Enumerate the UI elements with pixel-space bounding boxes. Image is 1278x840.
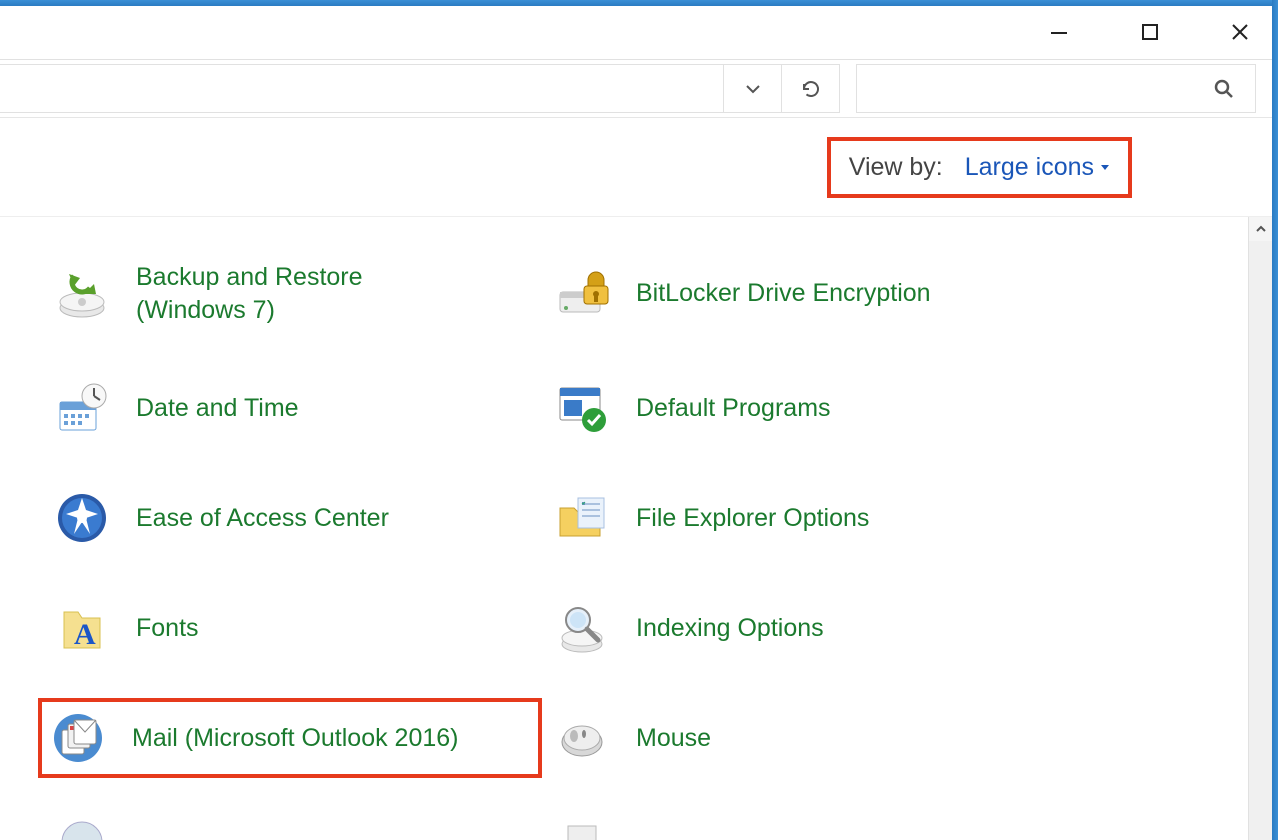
- item-label: Backup and Restore (Windows 7): [136, 261, 466, 326]
- item-bitlocker[interactable]: BitLocker Drive Encryption: [550, 262, 1110, 326]
- item-label: Ease of Access Center: [136, 502, 389, 535]
- generic-icon: [554, 814, 610, 840]
- close-icon: [1230, 22, 1250, 42]
- item-partial-right[interactable]: [550, 810, 1110, 840]
- viewby-value-text: Large icons: [965, 153, 1094, 182]
- default-programs-icon: [554, 380, 610, 436]
- mouse-icon: [554, 710, 610, 766]
- item-backup-restore[interactable]: Backup and Restore (Windows 7): [50, 257, 530, 330]
- chevron-down-icon: [744, 80, 762, 98]
- item-fonts[interactable]: A Fonts: [50, 596, 530, 660]
- ease-of-access-icon: [54, 490, 110, 546]
- mail-icon: [50, 710, 106, 766]
- viewby-highlight: View by: Large icons: [827, 137, 1132, 198]
- item-label: Mouse: [636, 722, 711, 755]
- refresh-icon: [800, 78, 822, 100]
- item-mouse[interactable]: Mouse: [550, 706, 1110, 770]
- item-file-explorer-options[interactable]: File Explorer Options: [550, 486, 1110, 550]
- minimize-button[interactable]: [1042, 16, 1076, 50]
- svg-text:A: A: [74, 618, 96, 651]
- item-label: Fonts: [136, 612, 199, 645]
- content-wrap: Backup and Restore (Windows 7) BitLocker…: [0, 217, 1272, 840]
- item-label: Default Programs: [636, 392, 831, 425]
- clock-calendar-icon: [54, 380, 110, 436]
- window-right-border: [1272, 0, 1278, 840]
- item-label: File Explorer Options: [636, 502, 869, 535]
- chevron-up-icon: [1255, 223, 1267, 235]
- backup-icon: [54, 266, 110, 322]
- window: View by: Large icons Backup and Restore …: [0, 6, 1272, 840]
- close-button[interactable]: [1224, 16, 1256, 48]
- titlebar: [0, 6, 1272, 59]
- item-label: Mail (Microsoft Outlook 2016): [132, 722, 459, 755]
- item-label: BitLocker Drive Encryption: [636, 277, 931, 310]
- bitlocker-icon: [554, 266, 610, 322]
- maximize-button[interactable]: [1134, 16, 1166, 48]
- refresh-button[interactable]: [781, 65, 839, 112]
- item-label: Date and Time: [136, 392, 299, 425]
- address-dropdown-button[interactable]: [723, 65, 781, 112]
- indexing-options-icon: [554, 600, 610, 656]
- partial-row: [50, 804, 1248, 840]
- item-default-programs[interactable]: Default Programs: [550, 376, 1110, 440]
- vertical-scrollbar[interactable]: [1248, 217, 1272, 840]
- items-grid: Backup and Restore (Windows 7) BitLocker…: [50, 257, 1248, 770]
- fonts-icon: A: [54, 600, 110, 656]
- item-date-time[interactable]: Date and Time: [50, 376, 530, 440]
- search-input[interactable]: [877, 76, 1213, 101]
- viewby-label: View by:: [849, 153, 943, 182]
- item-mail-highlight[interactable]: Mail (Microsoft Outlook 2016): [38, 698, 542, 778]
- scroll-up-button[interactable]: [1249, 217, 1272, 241]
- item-label: Indexing Options: [636, 612, 824, 645]
- generic-icon: [54, 814, 110, 840]
- item-partial-left[interactable]: [50, 810, 530, 840]
- maximize-icon: [1140, 22, 1160, 42]
- search-icon: [1213, 78, 1235, 100]
- address-bar[interactable]: [0, 64, 840, 113]
- search-box[interactable]: [856, 64, 1256, 113]
- content: Backup and Restore (Windows 7) BitLocker…: [0, 217, 1248, 840]
- viewby-row: View by: Large icons: [0, 118, 1272, 217]
- minimize-icon: [1048, 22, 1070, 44]
- viewby-dropdown[interactable]: Large icons: [965, 153, 1110, 182]
- file-explorer-options-icon: [554, 490, 610, 546]
- toolbar: [0, 59, 1272, 118]
- item-indexing-options[interactable]: Indexing Options: [550, 596, 1110, 660]
- caret-down-icon: [1100, 162, 1110, 172]
- item-ease-of-access[interactable]: Ease of Access Center: [50, 486, 530, 550]
